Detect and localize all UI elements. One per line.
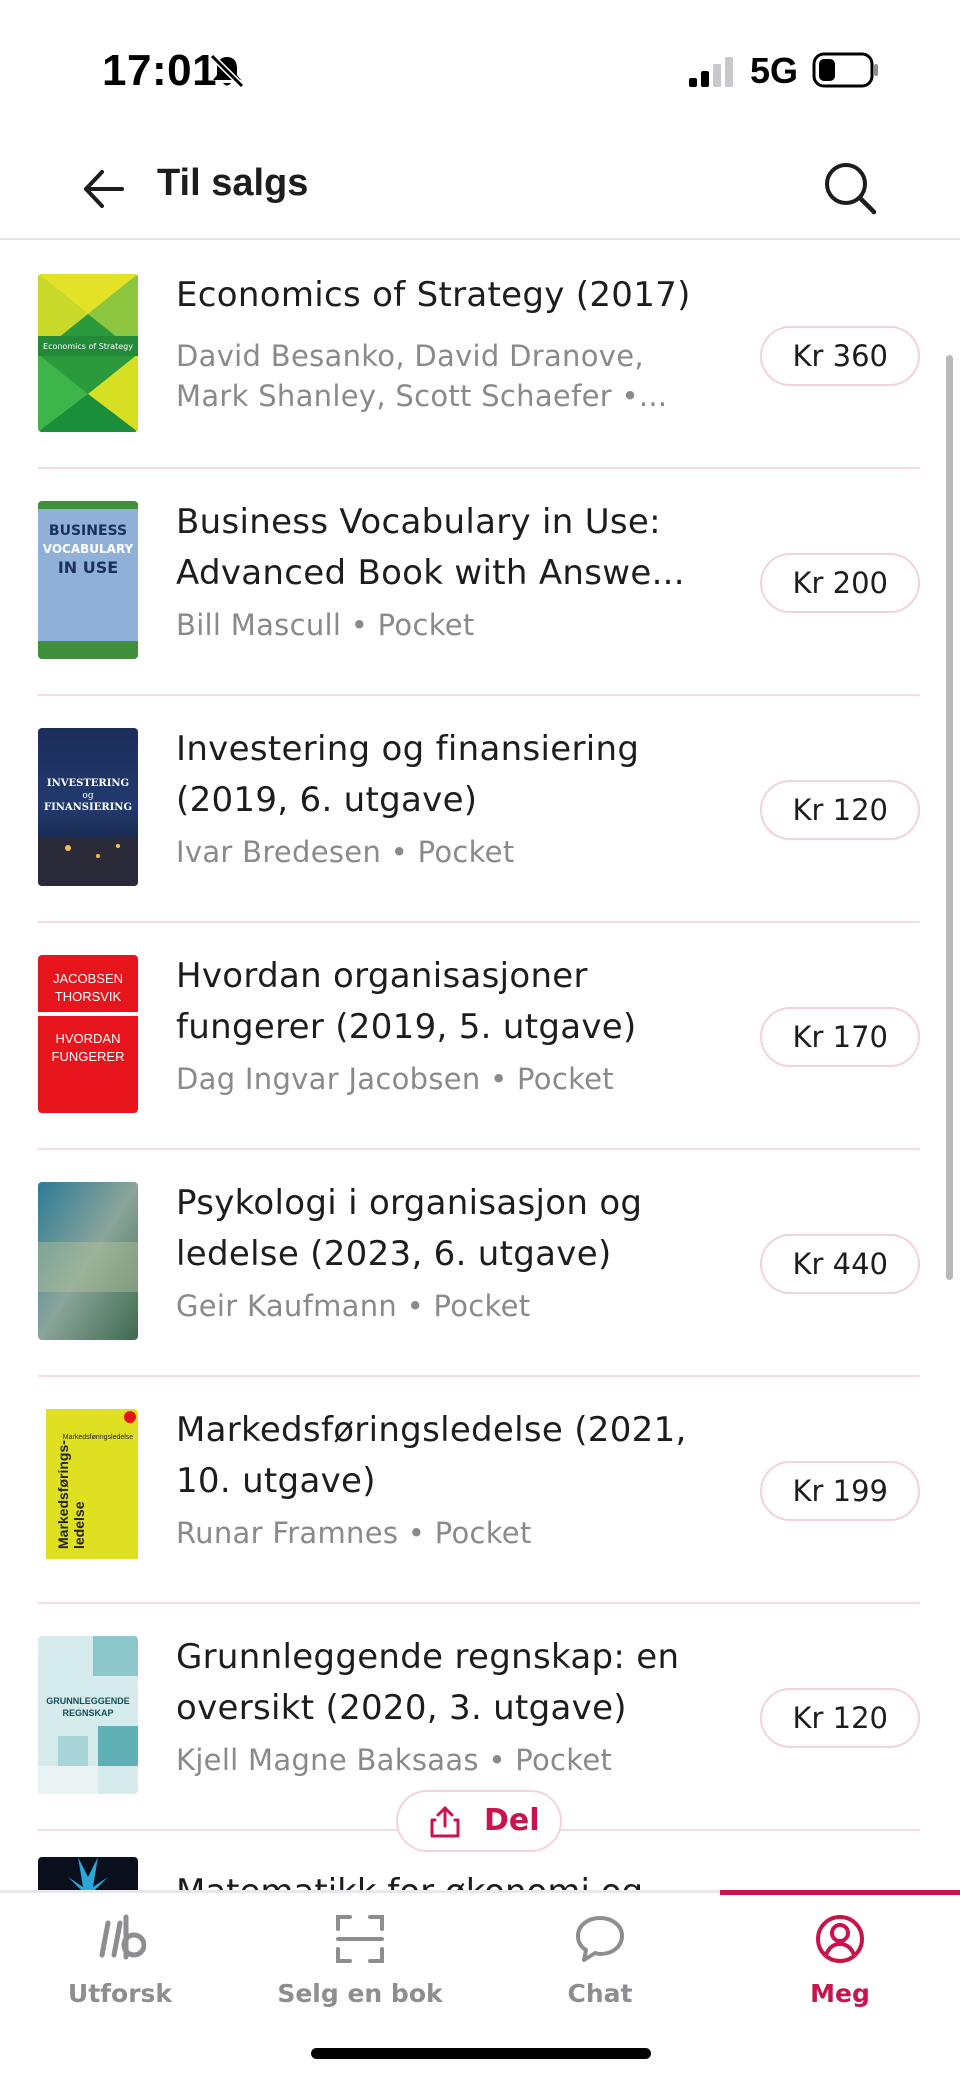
tab-utforsk[interactable]: Utforsk: [0, 1893, 240, 2023]
tab-meg[interactable]: Meg: [720, 1893, 960, 2023]
svg-text:Economics of Strategy: Economics of Strategy: [43, 342, 133, 351]
svg-text:JACOBSEN: JACOBSEN: [53, 971, 123, 986]
book-meta: Runar Framnes • Pocket: [176, 1516, 532, 1550]
svg-text:IN USE: IN USE: [58, 558, 118, 577]
svg-text:INVESTERING: INVESTERING: [47, 778, 129, 789]
tab-selg-en-bok[interactable]: Selg en bok: [240, 1893, 480, 2023]
book-title: Economics of Strategy (2017): [176, 275, 691, 315]
home-indicator[interactable]: [311, 2048, 651, 2059]
status-time: 17:01: [102, 46, 218, 95]
book-list: Economics of Strategy Economics of Strat…: [0, 242, 960, 1892]
svg-text:THORSVIK: THORSVIK: [55, 989, 122, 1004]
svg-text:HVORDAN: HVORDAN: [55, 1031, 120, 1046]
svg-text:GRUNNLEGGENDE: GRUNNLEGGENDE: [46, 1696, 130, 1706]
price-badge[interactable]: Kr 200: [760, 553, 920, 613]
scrollbar[interactable]: [946, 355, 953, 1280]
share-button[interactable]: Del: [396, 1790, 562, 1852]
scan-icon: [336, 1915, 384, 1963]
book-list-item[interactable]: INVESTERING og FINANSIERING Investering …: [38, 696, 920, 923]
network-label: 5G: [750, 50, 799, 91]
book-cover: [38, 1182, 138, 1340]
book-cover: BUSINESS VOCABULARY IN USE: [38, 501, 138, 659]
tab-label: Selg en bok: [277, 1979, 443, 2008]
price-badge[interactable]: Kr 120: [760, 1688, 920, 1748]
book-list-item[interactable]: Markedsføringsledelse Markedsførings- le…: [38, 1377, 920, 1604]
book-cover: GRUNNLEGGENDE REGNSKAP: [38, 1636, 138, 1794]
price-badge[interactable]: Kr 199: [760, 1461, 920, 1521]
svg-text:FUNGERER: FUNGERER: [52, 1049, 125, 1064]
price-badge[interactable]: Kr 120: [760, 780, 920, 840]
svg-text:Markedsføringsledelse: Markedsføringsledelse: [63, 1434, 134, 1441]
tab-label: Meg: [810, 1979, 870, 2008]
book-cover: JACOBSEN THORSVIK HVORDAN FUNGERER: [38, 955, 138, 1113]
tab-chat[interactable]: Chat: [480, 1893, 720, 2023]
profile-icon: [816, 1915, 864, 1963]
share-icon: [430, 1806, 460, 1838]
book-cover: Markedsføringsledelse Markedsførings- le…: [38, 1409, 138, 1567]
bell-muted-icon: [209, 53, 245, 89]
signal-icon: [689, 57, 733, 87]
search-icon[interactable]: [820, 158, 880, 218]
book-title: Psykologi i organisasjon og ledelse (202…: [176, 1183, 643, 1274]
book-meta: David Besanko, David Dranove, Mark Shanl…: [176, 339, 668, 413]
page-title: Til salgs: [157, 162, 309, 204]
book-title: Investering og finansiering (2019, 6. ut…: [176, 729, 640, 820]
svg-text:BUSINESS: BUSINESS: [49, 523, 127, 539]
svg-text:Markedsførings-: Markedsførings-: [55, 1440, 71, 1549]
svg-text:VOCABULARY: VOCABULARY: [43, 542, 134, 556]
app-header: Til salgs: [0, 140, 960, 240]
svg-text:FINANSIERING: FINANSIERING: [44, 802, 132, 813]
back-arrow-icon[interactable]: [78, 164, 128, 214]
book-title: Business Vocabulary in Use: Advanced Boo…: [176, 502, 685, 593]
tab-label: Utforsk: [67, 1979, 173, 2008]
book-meta: Ivar Bredesen • Pocket: [176, 835, 515, 869]
svg-text:REGNSKAP: REGNSKAP: [62, 1708, 113, 1718]
price-badge[interactable]: Kr 170: [760, 1007, 920, 1067]
book-cover: Economics of Strategy: [38, 274, 138, 432]
svg-text:og: og: [82, 791, 93, 801]
chat-bubble-icon: [576, 1916, 624, 1962]
status-bar: 17:01 5G: [0, 0, 960, 140]
battery-icon: [812, 52, 878, 88]
book-meta: Geir Kaufmann • Pocket: [176, 1289, 531, 1323]
book-list-item[interactable]: BUSINESS VOCABULARY IN USE Business Voca…: [38, 469, 920, 696]
book-title: Markedsføringsledelse (2021, 10. utgave): [176, 1410, 687, 1501]
book-title: Hvordan organisasjoner fungerer (2019, 5…: [176, 956, 637, 1047]
book-cover: [38, 1857, 138, 1892]
book-cover: INVESTERING og FINANSIERING: [38, 728, 138, 886]
price-badge[interactable]: Kr 360: [760, 326, 920, 386]
price-badge[interactable]: Kr 440: [760, 1234, 920, 1294]
book-title: Grunnleggende regnskap: en oversikt (202…: [176, 1637, 680, 1728]
book-meta: Bill Mascull • Pocket: [176, 608, 475, 642]
brand-logo-icon: [99, 1914, 146, 1960]
share-label: Del: [484, 1803, 540, 1838]
book-list-item[interactable]: Psykologi i organisasjon og ledelse (202…: [38, 1150, 920, 1377]
svg-text:ledelse: ledelse: [71, 1501, 87, 1549]
book-list-item[interactable]: JACOBSEN THORSVIK HVORDAN FUNGERER Hvord…: [38, 923, 920, 1150]
tab-label: Chat: [567, 1979, 633, 2008]
book-list-item[interactable]: Economics of Strategy Economics of Strat…: [38, 242, 920, 469]
book-meta: Kjell Magne Baksaas • Pocket: [176, 1743, 613, 1777]
book-meta: Dag Ingvar Jacobsen • Pocket: [176, 1062, 614, 1096]
book-title: Matematikk for økonomi og: [176, 1872, 644, 1892]
